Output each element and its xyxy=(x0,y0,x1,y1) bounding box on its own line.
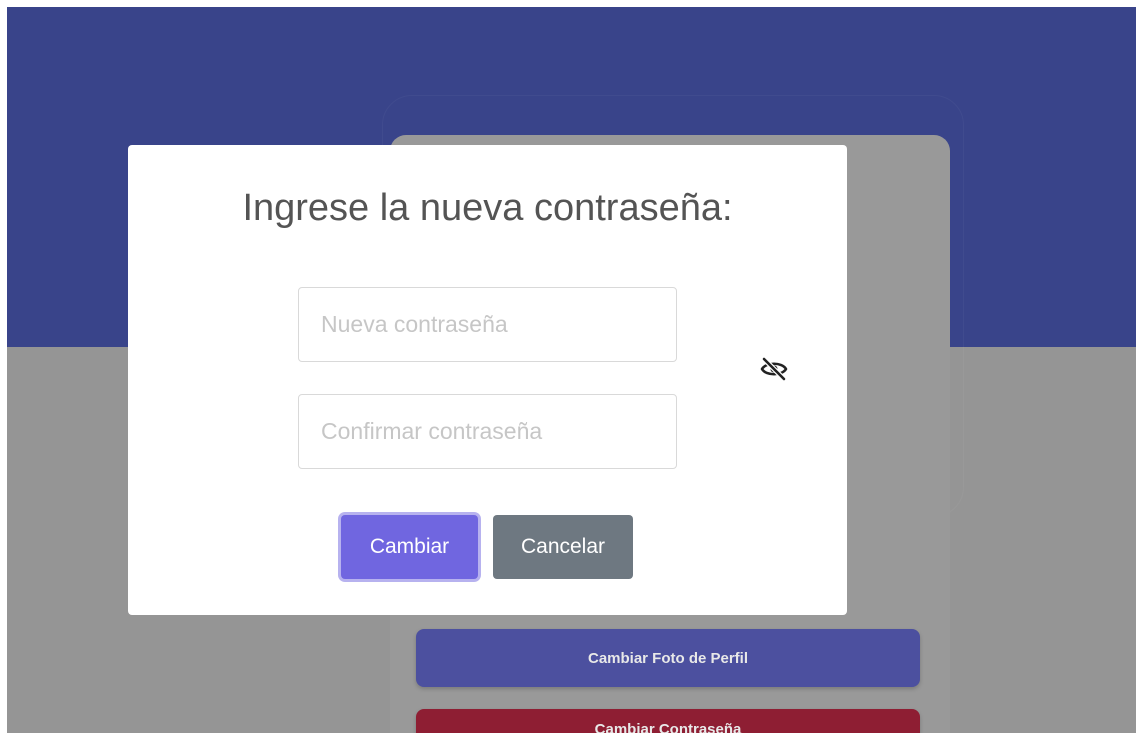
toggle-password-visibility-button[interactable] xyxy=(756,351,792,387)
new-password-input[interactable] xyxy=(298,287,677,362)
change-photo-button[interactable]: Cambiar Foto de Perfil xyxy=(416,629,920,687)
confirm-change-button[interactable]: Cambiar xyxy=(341,515,478,579)
eye-slash-icon xyxy=(760,357,788,381)
cancel-button[interactable]: Cancelar xyxy=(493,515,633,579)
dialog-title: Ingrese la nueva contraseña: xyxy=(242,187,733,229)
change-password-dialog: Ingrese la nueva contraseña: Cambiar Can… xyxy=(128,145,847,615)
confirm-password-input[interactable] xyxy=(298,394,677,469)
change-password-button[interactable]: Cambiar Contraseña xyxy=(416,709,920,733)
